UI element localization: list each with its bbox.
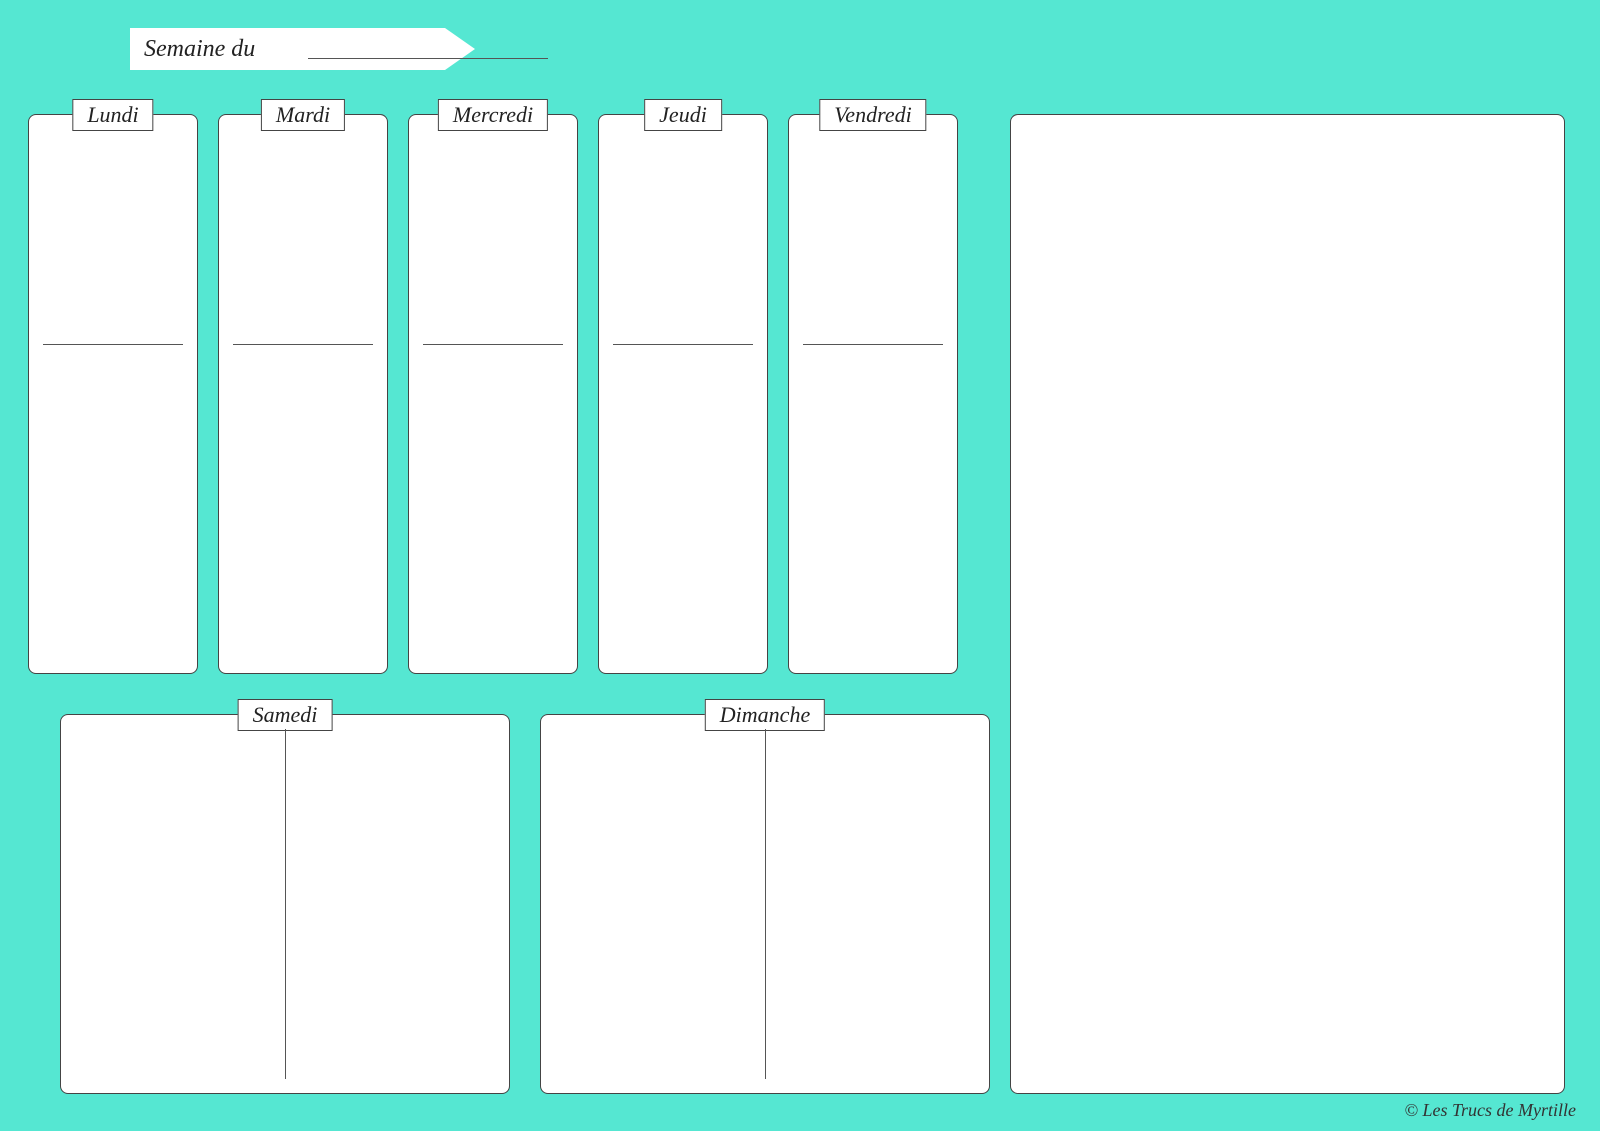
- week-header: Semaine du: [130, 28, 475, 70]
- divider: [43, 344, 183, 345]
- divider: [803, 344, 943, 345]
- divider: [285, 729, 286, 1079]
- day-panel-sunday[interactable]: Dimanche: [540, 714, 990, 1094]
- divider: [765, 729, 766, 1079]
- day-tab-sunday: Dimanche: [705, 699, 825, 731]
- day-tab-monday: Lundi: [72, 99, 153, 131]
- credit-text: © Les Trucs de Myrtille: [1404, 1100, 1576, 1121]
- day-panel-saturday[interactable]: Samedi: [60, 714, 510, 1094]
- divider: [233, 344, 373, 345]
- day-panel-tuesday[interactable]: Mardi: [218, 114, 388, 674]
- day-tab-thursday: Jeudi: [644, 99, 722, 131]
- divider: [423, 344, 563, 345]
- day-panel-friday[interactable]: Vendredi: [788, 114, 958, 674]
- day-tab-tuesday: Mardi: [261, 99, 345, 131]
- day-panel-monday[interactable]: Lundi: [28, 114, 198, 674]
- week-date-underline[interactable]: [308, 58, 548, 59]
- notes-panel[interactable]: [1010, 114, 1565, 1094]
- day-tab-friday: Vendredi: [819, 99, 926, 131]
- day-tab-wednesday: Mercredi: [438, 99, 548, 131]
- divider: [613, 344, 753, 345]
- day-panel-thursday[interactable]: Jeudi: [598, 114, 768, 674]
- day-tab-saturday: Samedi: [238, 699, 333, 731]
- week-label: Semaine du: [144, 28, 255, 70]
- day-panel-wednesday[interactable]: Mercredi: [408, 114, 578, 674]
